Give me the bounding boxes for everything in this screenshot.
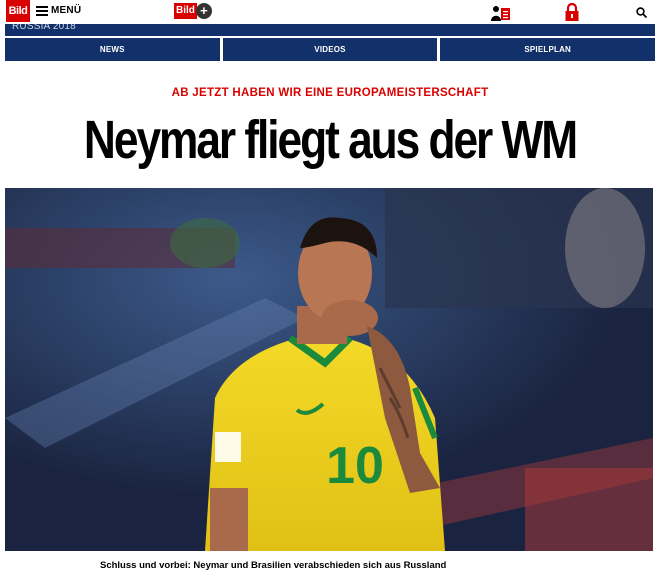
lock-icon[interactable] (565, 3, 579, 21)
top-bar: Bild MENÜ Bild + (0, 0, 660, 24)
bild-logo[interactable]: Bild (6, 0, 30, 22)
user-news-icon[interactable] (491, 5, 511, 21)
banner-label: RUSSIA 2018 (12, 24, 76, 32)
menu-button[interactable]: MENÜ (36, 5, 81, 16)
bildplus-text: Bild (174, 3, 197, 19)
article-headline[interactable]: Neymar fliegt aus der WM (59, 108, 600, 172)
hamburger-icon (36, 5, 48, 16)
photo-illustration: 10 (5, 188, 653, 551)
nav-videos[interactable]: VIDEOS (222, 38, 438, 61)
section-nav: NEWS VIDEOS SPIELPLAN (5, 38, 656, 61)
nav-spielplan[interactable]: SPIELPLAN (440, 38, 656, 61)
bildplus-link[interactable]: Bild + (174, 3, 212, 19)
plus-icon: + (195, 3, 212, 19)
wm-banner[interactable]: RUSSIA 2018 (5, 24, 655, 36)
jersey-number: 10 (326, 437, 384, 495)
article-photo[interactable]: 10 (5, 188, 653, 551)
article-kicker[interactable]: AB JETZT HABEN WIR EINE EUROPAMEISTERSCH… (0, 87, 660, 99)
menu-label: MENÜ (51, 5, 82, 16)
photo-caption: Schluss und vorbei: Neymar und Brasilien… (100, 560, 447, 571)
search-icon[interactable] (636, 7, 647, 18)
nav-news[interactable]: NEWS (5, 38, 220, 61)
